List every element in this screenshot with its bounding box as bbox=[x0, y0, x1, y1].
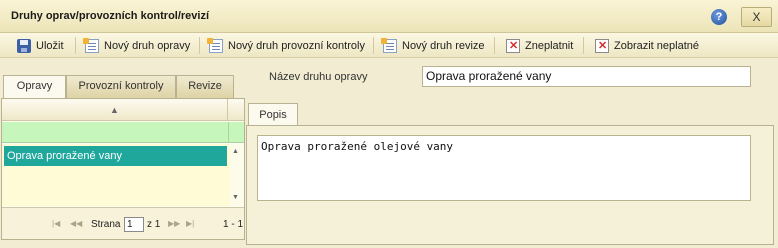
name-label: Název druhu opravy bbox=[269, 71, 368, 83]
show-invalid-label: Zobrazit neplatné bbox=[614, 39, 699, 52]
new-repair-type-button[interactable]: Nový druh opravy bbox=[83, 37, 191, 54]
table-row[interactable]: Oprava proražené vany bbox=[4, 146, 227, 166]
tab-revize[interactable]: Revize bbox=[176, 75, 234, 98]
help-icon[interactable]: ? bbox=[711, 9, 727, 25]
new-repair-type-label: Nový druh opravy bbox=[104, 39, 191, 52]
prev-page-icon[interactable]: ◀◀ bbox=[70, 219, 82, 228]
vertical-scrollbar[interactable]: ▲ ▼ bbox=[230, 144, 244, 206]
page-input[interactable]: 1 bbox=[124, 217, 144, 232]
page-count-label: z 1 bbox=[147, 219, 161, 230]
toolbar-separator bbox=[494, 37, 495, 54]
new-doc-icon bbox=[83, 37, 99, 53]
range-label: 1 - 1 z bbox=[223, 219, 244, 230]
toolbar-separator bbox=[583, 37, 584, 54]
next-page-icon[interactable]: ▶▶ bbox=[168, 219, 180, 228]
grid-body: Oprava proražené vany ▲ ▼ bbox=[2, 144, 244, 206]
toolbar: Uložit Nový druh opravy Nový druh provoz… bbox=[0, 33, 778, 58]
new-doc-icon bbox=[381, 37, 397, 53]
description-textarea[interactable]: Oprava proražené olejové vany bbox=[257, 135, 751, 201]
invalidate-button[interactable]: Zneplatnit bbox=[506, 37, 573, 54]
window-title: Druhy oprav/provozních kontrol/revizí bbox=[11, 10, 210, 22]
close-button[interactable]: X bbox=[741, 7, 772, 27]
invalidate-icon bbox=[506, 38, 520, 53]
toolbar-separator bbox=[373, 37, 374, 54]
scroll-up-icon[interactable]: ▲ bbox=[232, 148, 239, 155]
toolbar-separator bbox=[199, 37, 200, 54]
save-label: Uložit bbox=[36, 39, 64, 52]
last-page-icon[interactable]: ▶| bbox=[186, 219, 194, 228]
tab-popis[interactable]: Popis bbox=[248, 103, 298, 126]
new-inspection-type-button[interactable]: Nový druh provozní kontroly bbox=[207, 37, 365, 54]
scroll-down-icon[interactable]: ▼ bbox=[232, 194, 239, 201]
grid-header: ▲ bbox=[2, 99, 244, 121]
title-bar: Druhy oprav/provozních kontrol/revizí ? … bbox=[0, 0, 778, 33]
tab-provozni-kontroly[interactable]: Provozní kontroly bbox=[66, 75, 176, 98]
invalidate-label: Zneplatnit bbox=[525, 39, 574, 52]
toolbar-separator bbox=[75, 37, 76, 54]
page-label: Strana bbox=[91, 219, 121, 230]
description-panel: Oprava proražené olejové vany bbox=[246, 125, 774, 245]
save-button[interactable]: Uložit bbox=[17, 37, 64, 54]
save-icon bbox=[17, 38, 31, 53]
pager: |◀ ◀◀ Strana 1 z 1 ▶▶ ▶| 1 - 1 z bbox=[2, 207, 244, 239]
new-revision-type-button[interactable]: Nový druh revize bbox=[381, 37, 485, 54]
new-inspection-type-label: Nový druh provozní kontroly bbox=[228, 39, 365, 52]
new-revision-type-label: Nový druh revize bbox=[402, 39, 485, 52]
types-grid: ▲ Oprava proražené vany ▲ ▼ |◀ ◀◀ Strana… bbox=[1, 98, 245, 240]
first-page-icon[interactable]: |◀ bbox=[52, 219, 60, 228]
new-doc-icon bbox=[207, 37, 223, 53]
show-invalid-button[interactable]: Zobrazit neplatné bbox=[595, 37, 699, 54]
name-input[interactable]: Oprava proražené vany bbox=[422, 66, 751, 87]
show-invalid-icon bbox=[595, 38, 609, 53]
tab-opravy[interactable]: Opravy bbox=[3, 75, 66, 99]
grid-filter-row[interactable] bbox=[2, 122, 244, 143]
sort-icon[interactable]: ▲ bbox=[2, 99, 228, 121]
